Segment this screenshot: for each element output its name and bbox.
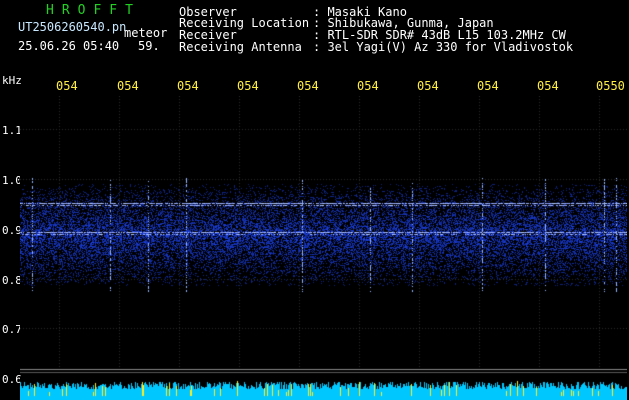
khz-unit-label: kHz [2,74,22,87]
time-label: 054 [537,79,559,93]
time-label: 054 [357,79,379,93]
time-label: 054 [117,79,139,93]
khz-tick-label: 0.7 [2,323,22,336]
spectrogram-canvas [20,96,627,374]
time-label: 0550 [596,79,625,93]
datetime-label: 25.06.26 05:40 [18,39,120,53]
filename-label: UT2506260540.pn [18,20,127,34]
khz-tick-label: 1.0 [2,174,22,187]
khz-tick-label: 0.8 [2,274,22,287]
antenna-value: : 3el Yagi(V) Az 330 for Vladivostok [313,40,574,54]
time-label: 054 [237,79,259,93]
count-label: 59. [138,39,160,53]
time-label: 054 [177,79,199,93]
time-label: 054 [417,79,439,93]
time-label: 054 [297,79,319,93]
time-label: 054 [56,79,78,93]
khz-tick-label: 0.9 [2,224,22,237]
time-label: 054 [477,79,499,93]
khz-tick-label: 0.6 [2,373,22,386]
app-title: HROFFT [46,3,141,18]
signal-level-bar [20,378,627,400]
khz-tick-label: 1.1 [2,124,22,137]
antenna-label: Receiving Antenna [179,40,302,54]
meteor-label: meteor [124,26,168,40]
